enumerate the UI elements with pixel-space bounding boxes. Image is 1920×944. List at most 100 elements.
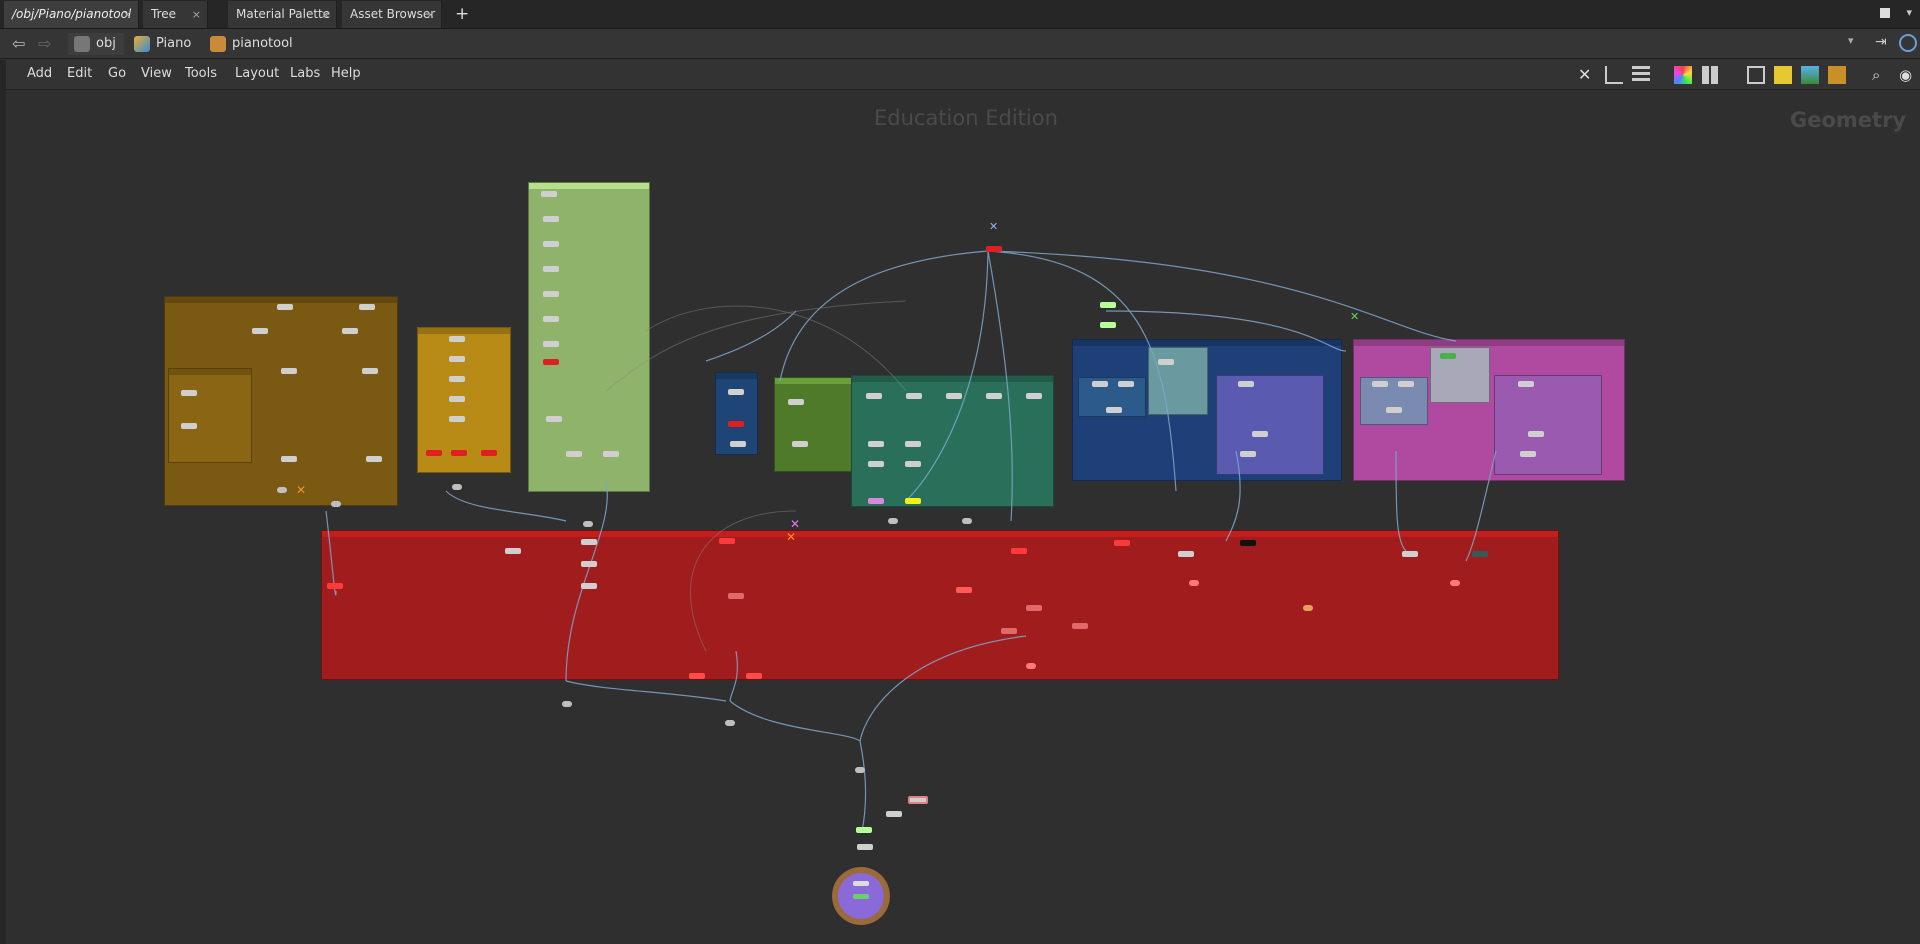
node[interactable] <box>1240 451 1256 457</box>
merge-node[interactable] <box>452 484 462 490</box>
node[interactable] <box>449 336 465 342</box>
merge-node[interactable] <box>962 518 972 524</box>
node[interactable] <box>449 356 465 362</box>
breadcrumb-obj[interactable]: obj <box>68 33 124 55</box>
node[interactable] <box>581 561 597 567</box>
node[interactable] <box>1100 302 1116 308</box>
merge-cross-icon[interactable]: ✕ <box>790 518 802 530</box>
node[interactable] <box>1001 628 1017 634</box>
node[interactable] <box>481 450 497 456</box>
node[interactable] <box>730 441 746 447</box>
node[interactable] <box>181 423 197 429</box>
object-merge-icon[interactable]: ✕ <box>1350 311 1360 322</box>
merge-node[interactable] <box>1026 663 1036 669</box>
node[interactable] <box>1520 451 1536 457</box>
node[interactable] <box>181 390 197 396</box>
node[interactable] <box>1252 431 1268 437</box>
node[interactable] <box>252 328 268 334</box>
node[interactable] <box>449 416 465 422</box>
pane-menu-icon[interactable] <box>1880 8 1890 18</box>
node[interactable] <box>946 393 962 399</box>
menu-go[interactable]: Go <box>108 66 126 81</box>
node[interactable] <box>451 450 467 456</box>
merge-node[interactable] <box>725 720 735 726</box>
node[interactable] <box>342 328 358 334</box>
merge-node[interactable] <box>331 501 341 507</box>
node[interactable] <box>788 399 804 405</box>
node[interactable] <box>543 266 559 272</box>
chevron-down-icon[interactable]: ▾ <box>1848 34 1854 47</box>
node[interactable] <box>1402 551 1418 557</box>
tab-network-editor[interactable]: /obj/Piano/pianotool × <box>4 1 139 28</box>
node[interactable] <box>857 844 873 850</box>
node[interactable] <box>792 441 808 447</box>
node[interactable] <box>886 811 902 817</box>
node[interactable] <box>1026 605 1042 611</box>
node[interactable] <box>505 548 521 554</box>
node[interactable] <box>277 304 293 310</box>
tree-icon[interactable] <box>1605 66 1623 84</box>
merge-cross-icon[interactable]: ✕ <box>296 484 306 496</box>
forward-arrow-icon[interactable]: ⇨ <box>38 34 51 53</box>
node[interactable] <box>1158 359 1174 365</box>
menu-tools[interactable]: Tools <box>185 66 217 81</box>
node[interactable] <box>603 451 619 457</box>
node[interactable] <box>1114 540 1130 546</box>
menu-view[interactable]: View <box>141 66 172 81</box>
node[interactable] <box>359 304 375 310</box>
wrench-icon[interactable]: ✕ <box>1578 66 1596 84</box>
node[interactable] <box>905 461 921 467</box>
merge-node[interactable] <box>277 487 287 493</box>
node[interactable] <box>1398 381 1414 387</box>
node[interactable] <box>1518 381 1534 387</box>
menu-layout[interactable]: Layout <box>235 66 279 81</box>
node[interactable] <box>1440 353 1456 359</box>
chevron-down-icon[interactable]: ▾ <box>1906 6 1912 19</box>
image-icon[interactable] <box>1801 66 1819 84</box>
node[interactable] <box>449 396 465 402</box>
grid-icon[interactable] <box>1702 66 1720 84</box>
node[interactable] <box>905 498 921 504</box>
eye-icon[interactable]: ◉ <box>1899 66 1917 84</box>
node[interactable] <box>1026 393 1042 399</box>
search-icon[interactable]: ⌕ <box>1872 66 1890 84</box>
merge-node[interactable] <box>583 521 593 527</box>
node[interactable] <box>543 341 559 347</box>
node[interactable] <box>543 359 559 365</box>
node[interactable] <box>1240 540 1256 546</box>
merge-node[interactable] <box>1189 580 1199 586</box>
node[interactable] <box>728 421 744 427</box>
object-merge-icon[interactable]: ✕ <box>989 221 999 232</box>
node[interactable] <box>866 393 882 399</box>
node[interactable] <box>1092 381 1108 387</box>
pin-icon[interactable]: ⇥ <box>1875 34 1887 50</box>
node[interactable] <box>543 241 559 247</box>
node[interactable] <box>1178 551 1194 557</box>
close-icon[interactable]: × <box>426 1 435 28</box>
node[interactable] <box>566 451 582 457</box>
node[interactable] <box>426 450 442 456</box>
merge-node[interactable] <box>1450 580 1460 586</box>
close-icon[interactable]: × <box>192 1 201 28</box>
node[interactable] <box>366 456 382 462</box>
node[interactable] <box>546 416 562 422</box>
node[interactable] <box>581 583 597 589</box>
menu-labs[interactable]: Labs <box>290 66 320 81</box>
node[interactable] <box>1100 322 1116 328</box>
merge-node[interactable] <box>888 518 898 524</box>
node[interactable] <box>543 291 559 297</box>
tab-material-palette[interactable]: Material Palette × <box>228 1 337 28</box>
node[interactable] <box>908 796 928 804</box>
node[interactable] <box>1386 407 1402 413</box>
merge-node[interactable] <box>562 701 572 707</box>
output-node[interactable] <box>986 246 1002 252</box>
node[interactable] <box>746 673 762 679</box>
node[interactable] <box>868 461 884 467</box>
node[interactable] <box>1472 551 1488 557</box>
menu-edit[interactable]: Edit <box>67 66 92 81</box>
tab-asset-browser[interactable]: Asset Browser × <box>342 1 442 28</box>
close-icon[interactable]: × <box>321 1 330 28</box>
node[interactable] <box>541 191 557 197</box>
sticky-note-icon[interactable] <box>1774 66 1792 84</box>
palette-icon[interactable] <box>1674 66 1692 84</box>
